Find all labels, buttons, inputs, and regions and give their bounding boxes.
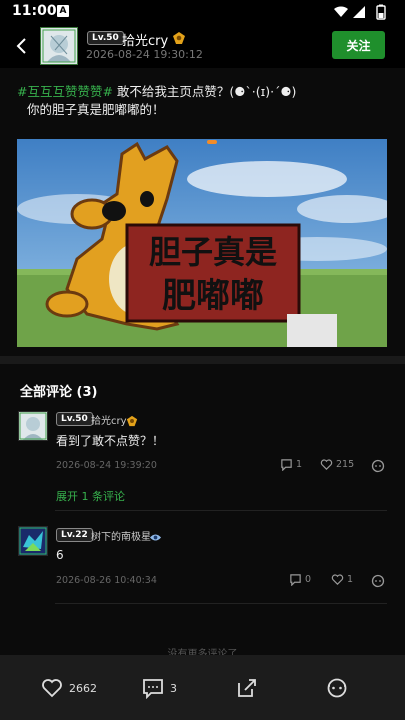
comment-separator — [55, 603, 387, 604]
comment-reply-button[interactable]: 0 — [289, 573, 311, 586]
comment-reply-count: 0 — [305, 574, 312, 585]
back-button[interactable] — [12, 36, 32, 56]
heart-icon — [320, 459, 333, 470]
comment-more-button[interactable] — [371, 573, 385, 592]
share-button[interactable] — [236, 677, 258, 699]
section-divider — [0, 356, 405, 364]
comment-text: 看到了敢不点赞？！ — [56, 434, 165, 448]
comment-icon — [143, 679, 163, 699]
post-text-line1: #互互互赞赞赞# 敢不给我主页点赞？(⚈ˋ·(ɪ)·ˊ⚈) — [17, 81, 296, 100]
post-text-line2: 你的胆子真是肥嘟嘟的！ — [27, 102, 165, 117]
notification-icon: A — [57, 5, 69, 17]
chevron-left-icon — [16, 38, 26, 54]
comment-icon — [290, 574, 301, 586]
post-date: 2026-08-24 19:30:12 — [86, 48, 203, 61]
commenter-name[interactable]: 拾光cry — [91, 412, 127, 427]
comment-like-button[interactable]: 1 — [331, 573, 353, 586]
wifi-icon — [334, 6, 348, 17]
comment-like-button[interactable]: 215 — [320, 458, 354, 471]
comment-date: 2026-08-26 10:40:34 — [56, 575, 157, 586]
author-avatar[interactable] — [40, 27, 78, 65]
commenter-avatar[interactable] — [18, 526, 48, 556]
sign-text-top: 胆子真是 — [149, 233, 277, 271]
comment-reply-button[interactable]: 1 — [280, 458, 302, 471]
achievement-badge-icon — [172, 30, 186, 49]
comment-separator — [55, 510, 387, 511]
eye-badge-icon — [149, 528, 162, 547]
achievement-badge-icon — [126, 412, 138, 431]
post-comment-count: 3 — [170, 681, 177, 695]
post-image[interactable]: 胆子真是 肥嘟嘟 — [17, 139, 387, 347]
status-icons — [333, 4, 395, 24]
signal-icon — [353, 6, 365, 18]
comment-like-count: 1 — [347, 574, 354, 585]
post-hashtag[interactable]: #互互互赞赞赞# — [17, 84, 113, 99]
comment-icon — [281, 459, 292, 471]
sign-text-bottom: 肥嘟嘟 — [162, 276, 264, 316]
like-post-button[interactable]: 2662 — [41, 677, 97, 699]
comment-text: 6 — [56, 548, 64, 562]
commenter-name[interactable]: 树下的南极星 — [91, 528, 151, 543]
post-text-rest: 敢不给我主页点赞？(⚈ˋ·(ɪ)·ˊ⚈) — [112, 84, 297, 99]
comment-like-count: 215 — [336, 459, 355, 470]
comment-post-button[interactable]: 3 — [142, 677, 177, 699]
status-time: 11:00 — [12, 3, 57, 19]
commenter-avatar[interactable] — [18, 411, 48, 441]
author-level-badge: Lv.50 — [87, 31, 124, 45]
share-icon — [238, 679, 256, 697]
post-like-count: 2662 — [69, 681, 97, 695]
battery-icon — [376, 4, 386, 20]
more-face-icon — [371, 459, 385, 473]
commenter-level-badge: Lv.22 — [56, 528, 93, 542]
follow-button[interactable]: 关注 — [332, 31, 385, 59]
author-name[interactable]: 拾光cry — [122, 30, 168, 49]
expand-replies-link[interactable]: 展开 1 条评论 — [56, 488, 125, 504]
comment-date: 2026-08-24 19:39:20 — [56, 460, 157, 471]
comments-title: 全部评论 (3) — [20, 385, 98, 400]
heart-icon — [42, 679, 62, 698]
comment-more-button[interactable] — [371, 458, 385, 477]
heart-icon — [331, 574, 344, 585]
more-face-icon — [327, 678, 347, 698]
comment-reply-count: 1 — [296, 459, 303, 470]
more-face-icon — [371, 574, 385, 588]
commenter-level-badge: Lv.50 — [56, 412, 93, 426]
more-options-button[interactable] — [326, 677, 348, 699]
